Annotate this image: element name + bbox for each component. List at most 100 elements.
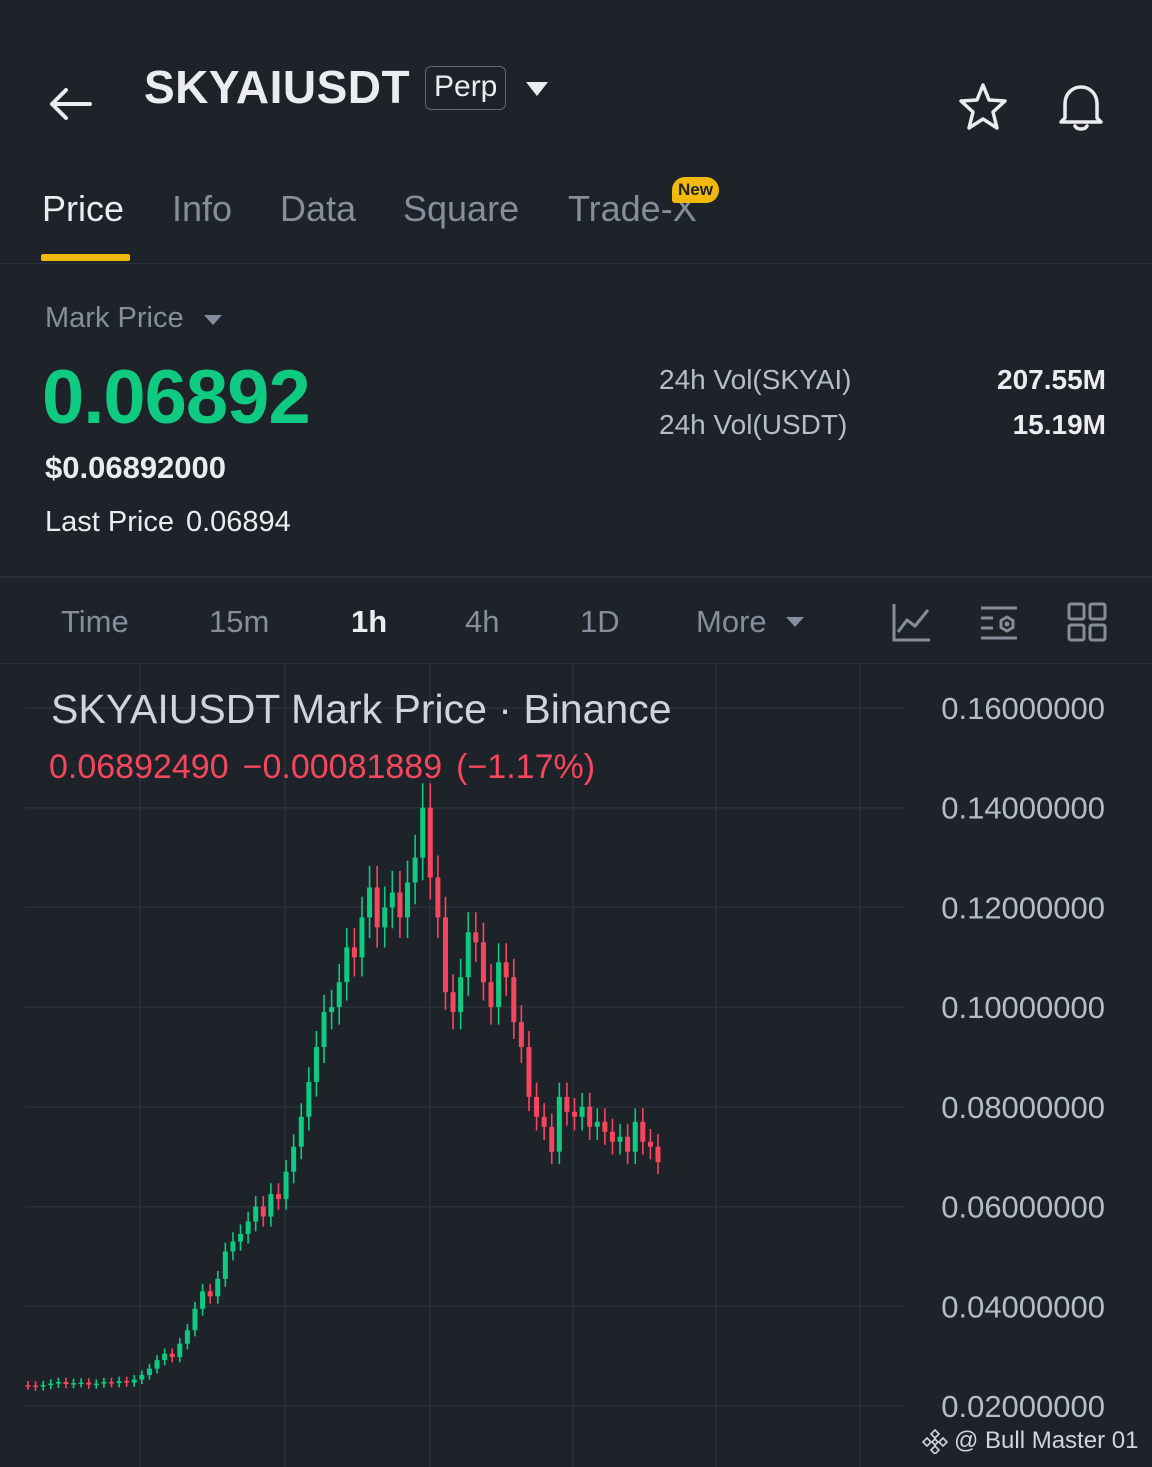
- last-price-row: Last Price 0.06894: [45, 506, 303, 539]
- timeframe-1h[interactable]: 1h: [351, 604, 387, 640]
- layout-grid-icon[interactable]: [1065, 600, 1109, 644]
- candle-body: [78, 1382, 84, 1385]
- candle-body: [40, 1385, 46, 1387]
- chart-stats: 0.06892490 −0.00081889 (−1.17%): [49, 748, 609, 787]
- candle-body: [291, 1146, 297, 1172]
- candle-body: [496, 962, 502, 1008]
- last-price-label: Last Price: [45, 506, 174, 538]
- candle-body: [518, 1022, 524, 1048]
- timeframe-4h[interactable]: 4h: [465, 604, 499, 640]
- candle-body: [298, 1116, 304, 1147]
- candle-body: [33, 1385, 39, 1388]
- candle-body: [397, 892, 403, 918]
- candle-body: [321, 1012, 327, 1048]
- tab-price[interactable]: Price: [42, 188, 124, 230]
- tab-data[interactable]: Data: [280, 188, 356, 230]
- back-arrow-icon[interactable]: [44, 82, 96, 126]
- caret-down-icon[interactable]: [785, 616, 805, 628]
- candle-body: [587, 1106, 593, 1127]
- candle-body: [549, 1126, 555, 1152]
- candle-body: [55, 1382, 61, 1384]
- section-divider: [0, 576, 1152, 578]
- candle-body: [200, 1291, 206, 1309]
- vol-skyai-label: 24h Vol(SKYAI): [659, 364, 852, 395]
- candle-body: [283, 1171, 289, 1200]
- candle-body: [382, 907, 388, 928]
- tab-square[interactable]: Square: [403, 188, 519, 230]
- favorite-star-icon[interactable]: [956, 80, 1010, 134]
- timeframe-time[interactable]: Time: [61, 604, 129, 640]
- timeframe-bar: Time 15m 1h 4h 1D More: [0, 580, 1152, 664]
- candle-body: [230, 1241, 236, 1252]
- candle-body: [420, 807, 426, 858]
- candle-body: [405, 882, 411, 918]
- y-tick-label: 0.02000000: [941, 1389, 1105, 1424]
- timeframe-1d[interactable]: 1D: [580, 604, 620, 640]
- candle-body: [602, 1121, 608, 1132]
- chart-change: −0.00081889: [242, 748, 443, 786]
- indicator-chart-icon[interactable]: [890, 600, 934, 644]
- candle-body: [162, 1353, 168, 1361]
- candle-body: [579, 1106, 585, 1117]
- candle-body: [131, 1379, 137, 1383]
- candle-body: [313, 1047, 319, 1082]
- candle-body: [503, 962, 509, 978]
- chart-settings-icon[interactable]: [977, 600, 1021, 644]
- candle-body: [450, 992, 456, 1013]
- caret-down-icon[interactable]: [203, 314, 223, 326]
- candle-body: [632, 1121, 638, 1152]
- candle-body: [169, 1353, 175, 1358]
- watermark-text: @ Bull Master 01: [954, 1427, 1139, 1454]
- y-tick-label: 0.12000000: [941, 890, 1105, 925]
- mark-price-value: 0.06892: [42, 355, 311, 440]
- candle-body: [215, 1278, 221, 1297]
- candle-body: [564, 1096, 570, 1112]
- y-tick-label: 0.06000000: [941, 1190, 1105, 1225]
- symbol-title[interactable]: SKYAIUSDT: [144, 60, 410, 114]
- candle-body: [572, 1111, 578, 1117]
- chevron-down-icon[interactable]: [524, 80, 550, 98]
- timeframe-more[interactable]: More: [696, 604, 767, 640]
- candle-body: [389, 892, 395, 908]
- active-tab-indicator: [41, 254, 130, 261]
- candle-body: [48, 1383, 54, 1386]
- candle-body: [329, 1007, 335, 1013]
- candle-body: [25, 1385, 31, 1387]
- candle-body: [238, 1233, 244, 1242]
- vol-usdt-label: 24h Vol(USDT): [659, 409, 848, 440]
- candle-body: [556, 1096, 562, 1152]
- candle-body: [367, 887, 373, 918]
- candle-body: [442, 917, 448, 993]
- candle-body: [458, 977, 464, 1013]
- candle-body: [124, 1381, 130, 1383]
- tab-info[interactable]: Info: [172, 188, 232, 230]
- candle-body: [86, 1382, 92, 1385]
- bell-icon[interactable]: [1054, 78, 1108, 134]
- candle-body: [655, 1146, 661, 1163]
- candle-body: [336, 982, 342, 1008]
- candle-body: [480, 942, 486, 983]
- candle-body: [116, 1381, 122, 1384]
- vol-skyai-value: 207.55M: [997, 364, 1106, 395]
- candle-body: [184, 1330, 190, 1344]
- last-price-value: 0.06894: [185, 506, 291, 538]
- app-header: SKYAIUSDT Perp: [0, 0, 1152, 160]
- candle-body: [594, 1121, 600, 1127]
- candle-body: [435, 877, 441, 918]
- candle-body: [207, 1291, 213, 1297]
- candle-body: [177, 1343, 183, 1358]
- candle-body: [222, 1251, 228, 1279]
- price-type-selector[interactable]: Mark Price: [45, 302, 184, 335]
- timeframe-15m[interactable]: 15m: [209, 604, 269, 640]
- candle-body: [473, 932, 479, 943]
- candle-body: [640, 1121, 646, 1142]
- candle-body: [63, 1382, 69, 1385]
- chart-title: SKYAIUSDT Mark Price · Binance: [51, 686, 672, 732]
- y-tick-label: 0.14000000: [941, 791, 1105, 826]
- vol-usdt-value: 15.19M: [1012, 409, 1106, 440]
- candle-body: [412, 857, 418, 883]
- candle-body: [625, 1136, 631, 1152]
- y-axis-ticks: 0.16000000 0.14000000 0.12000000 0.10000000…: [941, 691, 1105, 1424]
- y-tick-label: 0.16000000: [941, 691, 1105, 726]
- candles: [25, 783, 661, 1391]
